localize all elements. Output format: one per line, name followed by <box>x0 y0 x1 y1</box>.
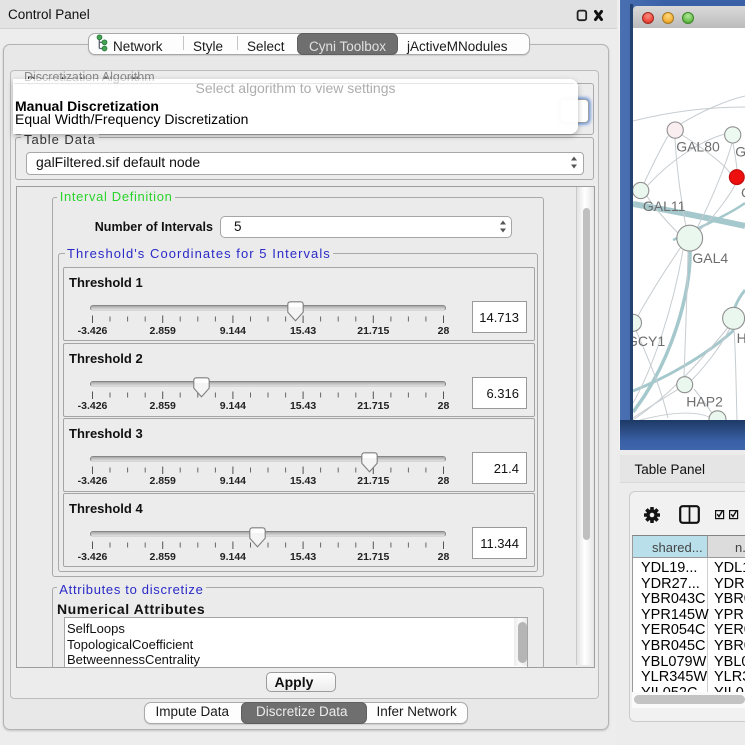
svg-text:HA...: HA... <box>737 330 745 346</box>
svg-text:GAL11: GAL11 <box>643 198 686 214</box>
svg-text:GAL80: GAL80 <box>676 139 720 155</box>
svg-text:GAL4: GAL4 <box>692 250 728 266</box>
svg-text:CY...: CY... <box>741 184 745 200</box>
svg-text:GAL...: GAL... <box>735 144 745 160</box>
svg-text:GCY1: GCY1 <box>633 333 665 349</box>
svg-text:HAP2: HAP2 <box>686 393 723 409</box>
